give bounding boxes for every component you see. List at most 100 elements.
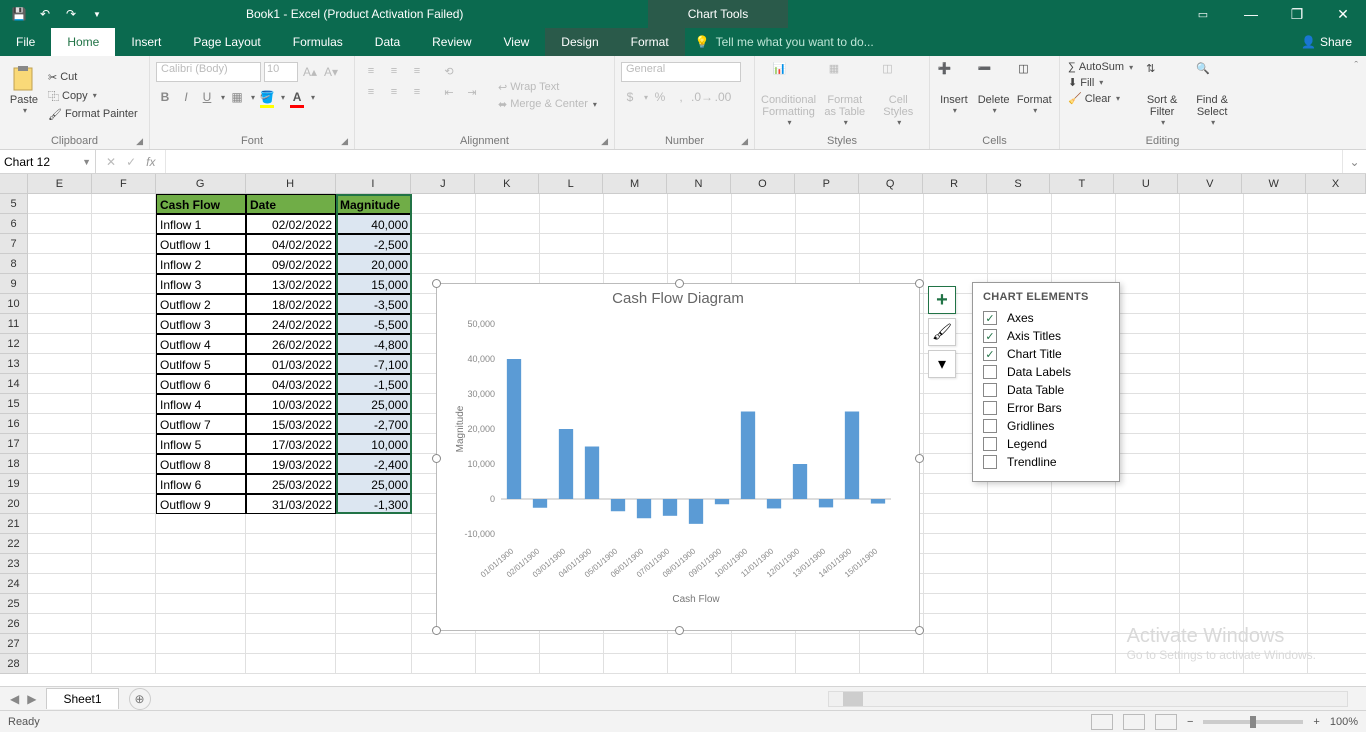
row-header[interactable]: 26 — [0, 614, 28, 634]
cell[interactable] — [92, 354, 156, 374]
align-top-icon[interactable]: ≡ — [361, 62, 381, 80]
cell[interactable]: -7,100 — [336, 354, 412, 374]
cell[interactable]: 31/03/2022 — [246, 494, 336, 514]
namebox-dropdown-icon[interactable]: ▼ — [82, 157, 91, 167]
column-header[interactable]: K — [475, 174, 539, 194]
cell[interactable] — [1244, 534, 1308, 554]
cell[interactable] — [1116, 294, 1180, 314]
cell[interactable] — [156, 514, 246, 534]
cell[interactable] — [336, 594, 412, 614]
undo-icon[interactable]: ↶ — [34, 3, 56, 25]
cell[interactable] — [92, 494, 156, 514]
cell[interactable] — [156, 594, 246, 614]
cancel-formula-icon[interactable]: ✕ — [106, 155, 116, 169]
cell[interactable] — [92, 374, 156, 394]
tab-format[interactable]: Format — [615, 28, 685, 56]
cell[interactable] — [28, 274, 92, 294]
cell[interactable] — [28, 554, 92, 574]
cell[interactable] — [1052, 614, 1116, 634]
cell[interactable] — [28, 514, 92, 534]
cell[interactable] — [1180, 474, 1244, 494]
column-header[interactable]: J — [411, 174, 475, 194]
redo-icon[interactable]: ↷ — [60, 3, 82, 25]
copy-button[interactable]: ⿻Copy▾ — [46, 87, 140, 105]
cell[interactable] — [28, 494, 92, 514]
cell[interactable] — [540, 234, 604, 254]
borders-icon[interactable]: ▦ — [228, 88, 246, 106]
cell[interactable] — [860, 634, 924, 654]
chart-element-option[interactable]: ✓Chart Title — [983, 345, 1107, 363]
fill-button[interactable]: ⬇Fill▾ — [1066, 75, 1135, 90]
cell[interactable]: Outflow 1 — [156, 234, 246, 254]
cell[interactable]: Inflow 2 — [156, 254, 246, 274]
row-header[interactable]: 16 — [0, 414, 28, 434]
cell[interactable] — [860, 654, 924, 674]
number-format-select[interactable]: General — [621, 62, 741, 82]
insert-cells-button[interactable]: ➕Insert▾ — [936, 58, 972, 133]
cell[interactable] — [1244, 574, 1308, 594]
cell[interactable] — [336, 634, 412, 654]
cell[interactable] — [924, 514, 988, 534]
column-header[interactable]: I — [336, 174, 412, 194]
cell[interactable] — [476, 254, 540, 274]
chart-plot-area[interactable]: -10,000010,00020,00030,00040,00050,000Ma… — [451, 314, 911, 614]
cell[interactable]: 25,000 — [336, 474, 412, 494]
cell[interactable] — [988, 234, 1052, 254]
cell[interactable] — [246, 614, 336, 634]
tab-review[interactable]: Review — [416, 28, 487, 56]
cell[interactable] — [92, 554, 156, 574]
cell[interactable] — [860, 194, 924, 214]
cell[interactable]: -3,500 — [336, 294, 412, 314]
cell[interactable] — [336, 554, 412, 574]
cell[interactable] — [1116, 254, 1180, 274]
cell[interactable] — [1180, 274, 1244, 294]
cell[interactable] — [1308, 254, 1366, 274]
cell[interactable] — [540, 634, 604, 654]
row-header[interactable]: 11 — [0, 314, 28, 334]
align-middle-icon[interactable]: ≡ — [384, 62, 404, 80]
cell[interactable] — [924, 574, 988, 594]
cell[interactable] — [604, 194, 668, 214]
cell[interactable] — [1308, 374, 1366, 394]
cell[interactable] — [1052, 514, 1116, 534]
cell[interactable] — [1180, 314, 1244, 334]
cell[interactable] — [246, 594, 336, 614]
cell[interactable] — [1244, 234, 1308, 254]
cell[interactable] — [412, 194, 476, 214]
column-header[interactable]: P — [795, 174, 859, 194]
cell[interactable]: 20,000 — [336, 254, 412, 274]
cell[interactable] — [246, 574, 336, 594]
cell[interactable] — [28, 634, 92, 654]
cell[interactable] — [1308, 554, 1366, 574]
cell[interactable]: Magnitude — [336, 194, 412, 214]
cell[interactable] — [1308, 214, 1366, 234]
cell[interactable] — [1308, 414, 1366, 434]
cell[interactable] — [1180, 374, 1244, 394]
cell[interactable] — [1116, 554, 1180, 574]
cell[interactable] — [1244, 514, 1308, 534]
cell[interactable] — [1180, 414, 1244, 434]
cell[interactable] — [28, 534, 92, 554]
cell[interactable] — [924, 654, 988, 674]
chart-object[interactable]: Cash Flow Diagram -10,000010,00020,00030… — [436, 283, 920, 631]
cell[interactable] — [1308, 514, 1366, 534]
cell[interactable] — [604, 234, 668, 254]
chart-element-option[interactable]: ✓Axis Titles — [983, 327, 1107, 345]
cell[interactable] — [1244, 434, 1308, 454]
cell[interactable] — [1244, 314, 1308, 334]
cell[interactable] — [92, 514, 156, 534]
cell[interactable] — [28, 234, 92, 254]
accounting-icon[interactable]: $ — [621, 88, 639, 106]
cell[interactable] — [604, 254, 668, 274]
cell[interactable] — [1244, 354, 1308, 374]
cell[interactable] — [92, 314, 156, 334]
row-header[interactable]: 13 — [0, 354, 28, 374]
cell[interactable] — [1052, 254, 1116, 274]
name-box[interactable]: ▼ — [0, 150, 96, 173]
worksheet-grid[interactable]: EFGHIJKLMNOPQRSTUVWX 5678910111213141516… — [0, 174, 1366, 686]
row-header[interactable]: 27 — [0, 634, 28, 654]
clear-button[interactable]: 🧹Clear▾ — [1066, 91, 1135, 106]
qat-customize-icon[interactable]: ▼ — [86, 3, 108, 25]
cell[interactable]: Outlfow 5 — [156, 354, 246, 374]
cell[interactable]: Inflow 5 — [156, 434, 246, 454]
